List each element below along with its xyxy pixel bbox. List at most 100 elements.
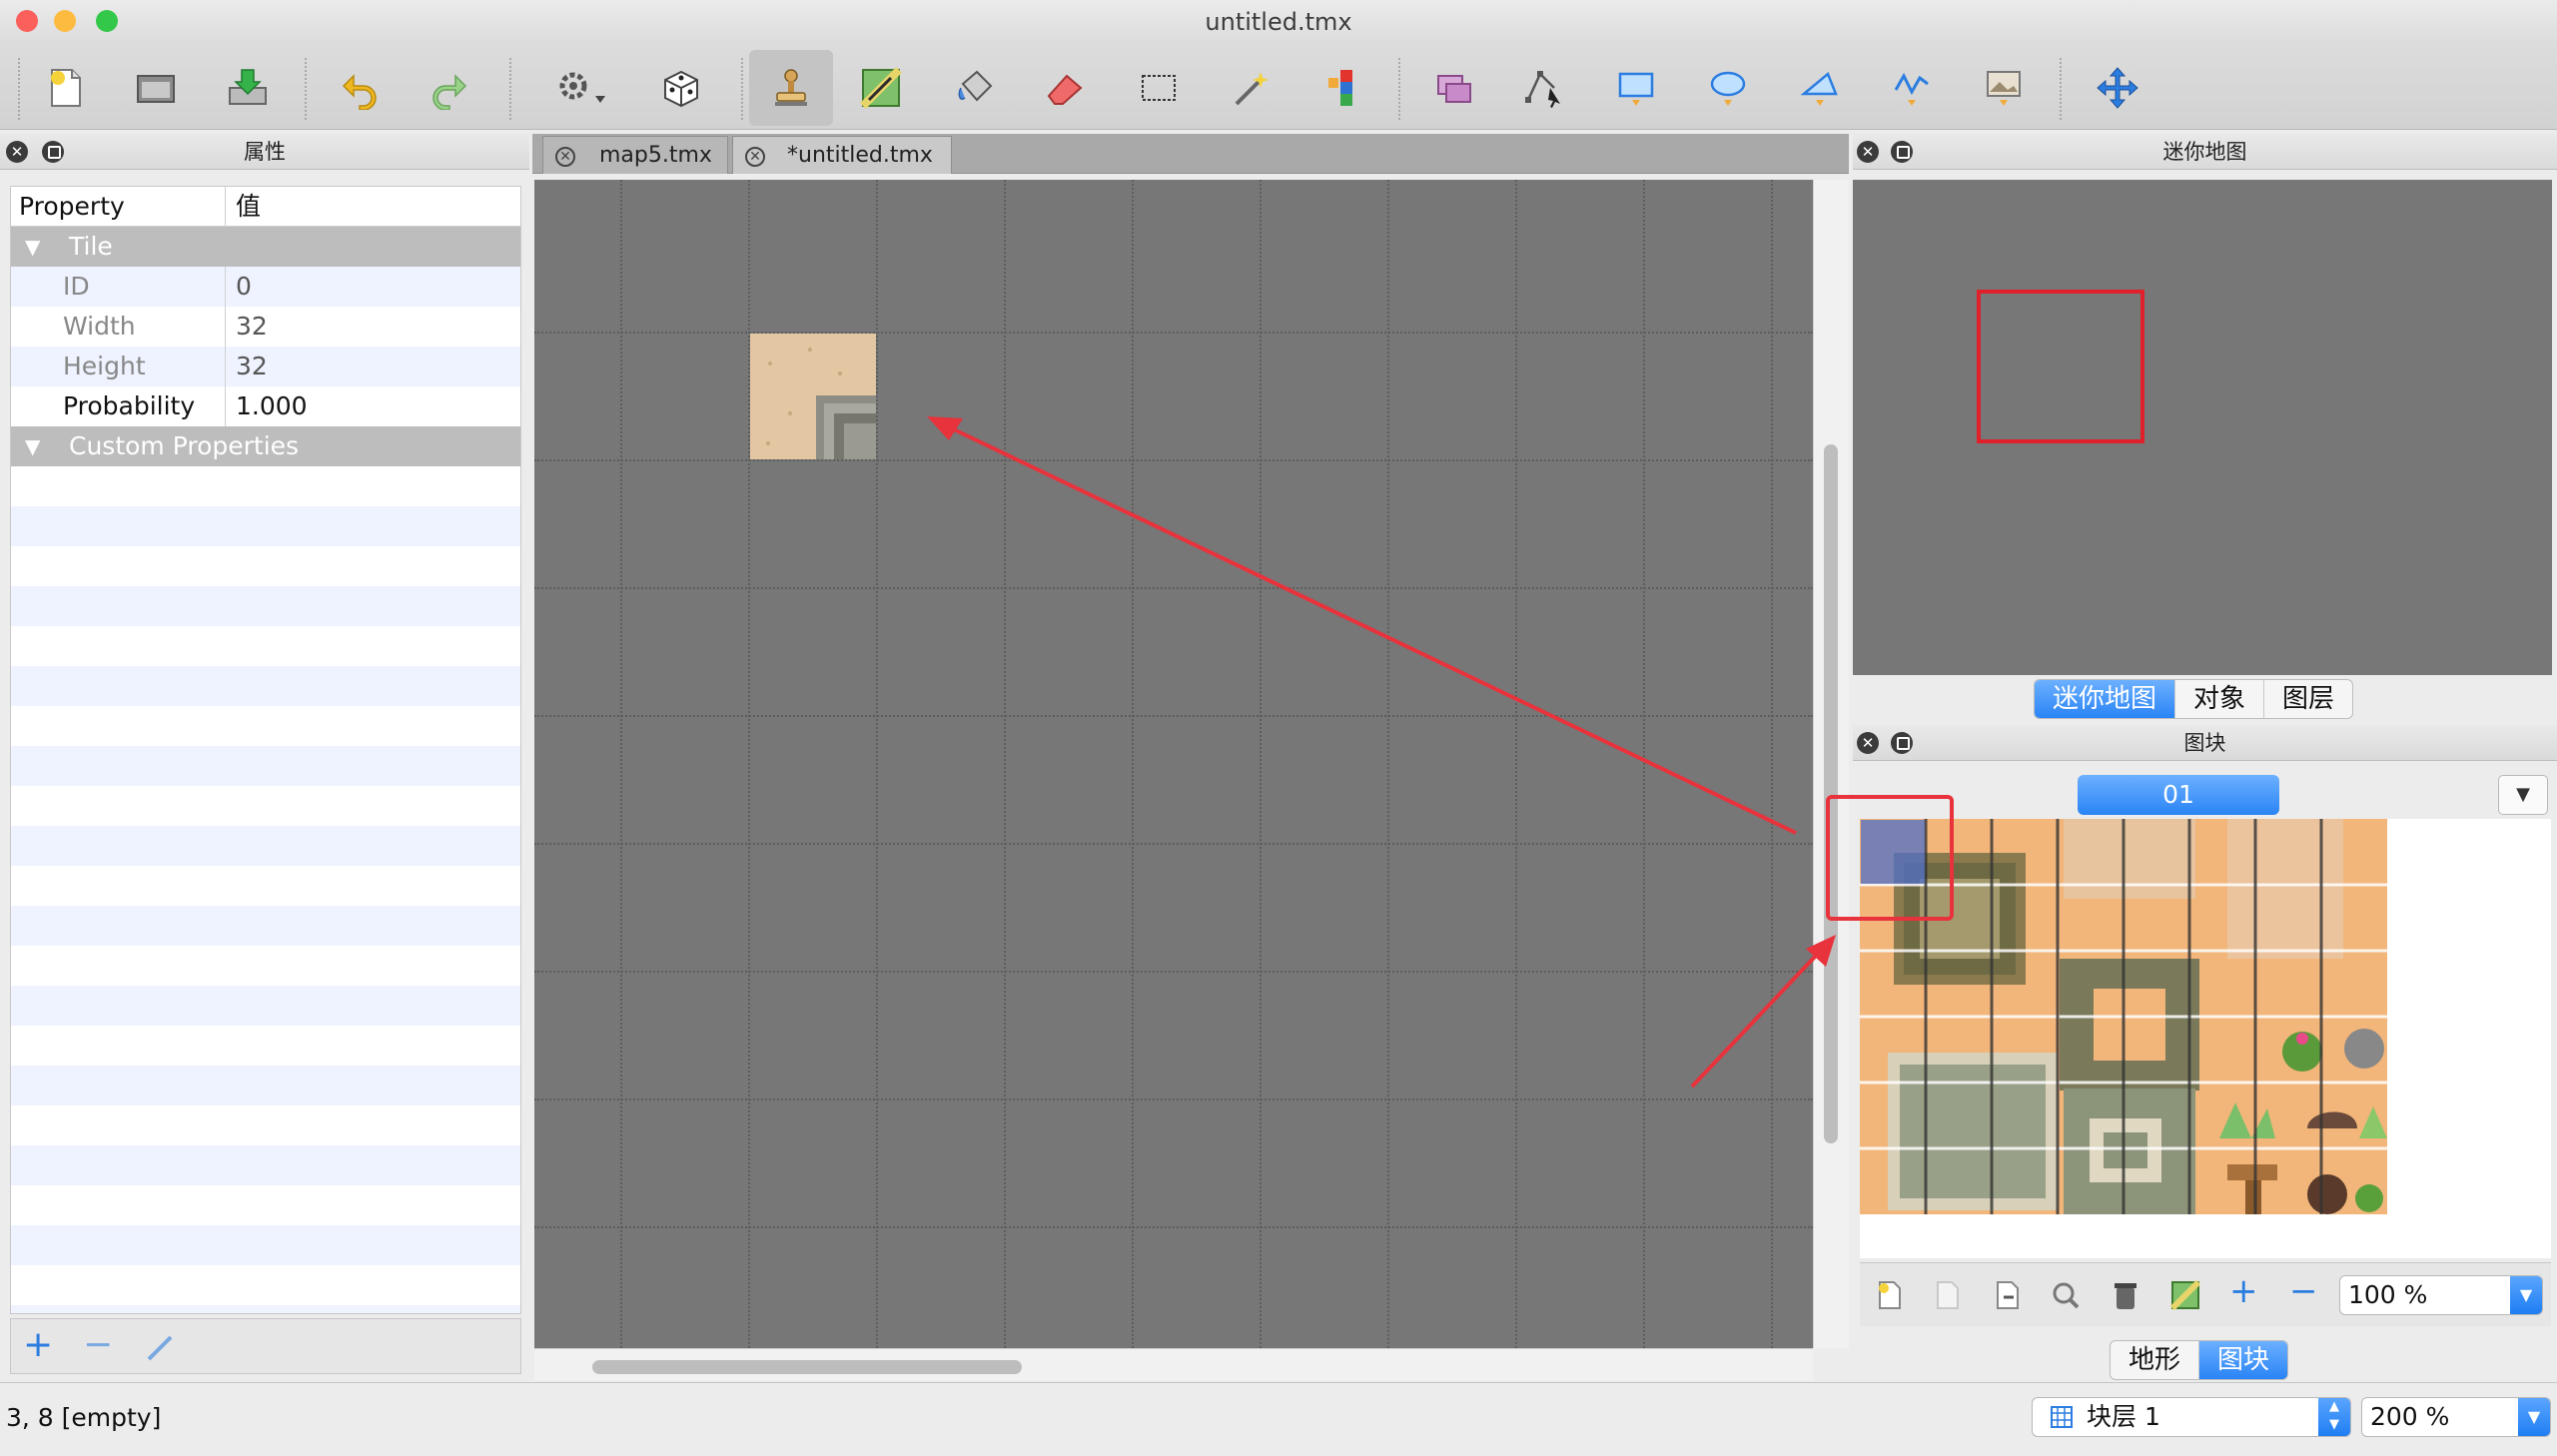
stamp-brush-button[interactable] (749, 50, 833, 126)
title-bar: untitled.tmx (0, 0, 2557, 44)
remove-property-button[interactable]: − (83, 1323, 113, 1367)
property-row-id[interactable]: ID 0 (11, 267, 520, 307)
vertical-scrollbar[interactable] (1813, 180, 1849, 1348)
move-tool-button[interactable] (2076, 50, 2159, 126)
terrain-brush-icon (860, 67, 902, 109)
tileset-properties-icon[interactable] (2050, 1279, 2082, 1311)
open-file-icon (137, 75, 175, 103)
minimap-view[interactable] (1853, 180, 2552, 675)
select-same-tile-button[interactable] (1302, 50, 1386, 126)
eraser-button[interactable] (1023, 50, 1107, 126)
random-mode-button[interactable] (639, 50, 723, 126)
tab-layers[interactable]: 图层 (2263, 680, 2352, 718)
tab-map5[interactable]: ✕ map5.tmx (542, 136, 728, 174)
chevron-down-icon[interactable]: ▼ (2510, 1276, 2542, 1314)
embed-tileset-icon[interactable] (1932, 1279, 1964, 1311)
undo-button[interactable] (320, 50, 404, 126)
tilesets-panel-header: ✕ 图块 (1853, 725, 2557, 761)
rect-select-button[interactable] (1117, 50, 1201, 126)
edit-polygons-button[interactable] (1502, 50, 1586, 126)
save-file-icon (229, 69, 267, 105)
close-tab-icon[interactable]: ✕ (555, 147, 575, 167)
insert-polyline-icon (1894, 72, 1929, 106)
tileset-tab-01[interactable]: 01 (2078, 775, 2279, 815)
map-zoom-combo[interactable]: 200 % ▼ (2361, 1397, 2551, 1437)
tile-layer-icon (2051, 1406, 2073, 1428)
scroll-thumb[interactable] (592, 1360, 1022, 1374)
properties-bottom-bar: + − (10, 1318, 521, 1374)
bucket-fill-button[interactable] (933, 50, 1017, 126)
magic-wand-button[interactable] (1209, 50, 1292, 126)
property-name: Probability (11, 386, 226, 426)
scroll-thumb[interactable] (1824, 444, 1838, 1143)
undo-icon (342, 74, 377, 110)
layer-combo[interactable]: 块层 1 ▲ ▼ (2032, 1397, 2351, 1437)
property-value[interactable]: 1.000 (236, 386, 308, 426)
placed-tile[interactable] (750, 334, 876, 459)
minimap-viewport-rect[interactable] (1977, 290, 2144, 443)
commands-button[interactable] (539, 50, 623, 126)
map-canvas[interactable] (534, 180, 1813, 1348)
properties-panel-title: 属性 (244, 140, 286, 164)
tileset-image[interactable] (1860, 819, 2387, 1214)
tab-objects[interactable]: 对象 (2174, 680, 2263, 718)
selected-tile-highlight[interactable] (1861, 820, 1925, 884)
property-row-height[interactable]: Height 32 (11, 347, 520, 386)
redo-icon (432, 74, 467, 110)
new-file-button[interactable] (24, 50, 108, 126)
property-value: 0 (236, 272, 252, 301)
export-tileset-icon[interactable] (1992, 1279, 2024, 1311)
terrain-brush-button[interactable] (839, 50, 923, 126)
select-objects-button[interactable] (1412, 50, 1496, 126)
tilesets-panel-title: 图块 (2183, 731, 2226, 755)
property-row-width[interactable]: Width 32 (11, 307, 520, 347)
property-name: ID (11, 267, 226, 307)
tileset-menu-button[interactable]: ▼ (2498, 775, 2548, 815)
window-title: untitled.tmx (1205, 8, 1352, 36)
new-file-icon (51, 69, 81, 107)
tab-terrain[interactable]: 地形 (2111, 1341, 2198, 1379)
edit-polygons-icon (1525, 71, 1560, 108)
property-value: 32 (236, 312, 268, 341)
tab-tiles[interactable]: 图块 (2198, 1341, 2288, 1379)
tileset-zoom-combo[interactable]: 100 % ▼ (2339, 1275, 2543, 1315)
insert-tile-icon (1987, 71, 2021, 106)
insert-rectangle-button[interactable] (1594, 50, 1678, 126)
property-row-probability[interactable]: Probability 1.000 (11, 386, 520, 426)
value-column-header[interactable]: 值 (236, 187, 261, 227)
updown-arrows-icon[interactable]: ▲ ▼ (2318, 1398, 2350, 1436)
close-tab-icon[interactable]: ✕ (745, 147, 765, 167)
collapse-triangle-icon[interactable]: ▼ (25, 426, 40, 466)
select-objects-icon (1437, 75, 1471, 103)
insert-polygon-button[interactable] (1778, 50, 1862, 126)
chevron-down-icon[interactable]: ▼ (2518, 1398, 2550, 1436)
delete-tileset-icon[interactable] (2110, 1279, 2141, 1311)
tab-label: map5.tmx (599, 143, 712, 168)
cursor-position: 3, 8 [empty] (6, 1403, 162, 1432)
magic-wand-icon (1235, 72, 1269, 106)
tab-minimap[interactable]: 迷你地图 (2035, 680, 2175, 718)
group-tile[interactable]: ▼ Tile (11, 227, 520, 267)
properties-panel-header: ✕ 属性 (0, 134, 529, 170)
new-tileset-icon[interactable] (1874, 1279, 1906, 1311)
open-file-button[interactable] (114, 50, 198, 126)
add-property-button[interactable]: + (23, 1323, 53, 1367)
minimap-panel-title: 迷你地图 (2162, 140, 2247, 164)
tab-untitled[interactable]: ✕ *untitled.tmx (732, 136, 952, 174)
zoom-out-icon[interactable]: − (2289, 1271, 2318, 1311)
insert-polyline-button[interactable] (1870, 50, 1954, 126)
redo-button[interactable] (406, 50, 489, 126)
save-file-button[interactable] (206, 50, 290, 126)
insert-ellipse-button[interactable] (1686, 50, 1770, 126)
horizontal-scrollbar[interactable] (534, 1348, 1813, 1380)
group-custom-properties[interactable]: ▼ Custom Properties (11, 426, 520, 466)
zoom-in-icon[interactable]: + (2229, 1271, 2258, 1311)
edit-terrain-icon[interactable] (2169, 1279, 2201, 1311)
collapse-triangle-icon[interactable]: ▼ (25, 227, 40, 267)
stamp-brush-icon (775, 69, 807, 106)
rename-property-icon[interactable] (145, 1331, 177, 1363)
insert-tile-button[interactable] (1962, 50, 2046, 126)
document-tab-bar: ✕ map5.tmx ✕ *untitled.tmx (532, 134, 1849, 174)
property-value: 32 (236, 352, 268, 380)
property-column-header[interactable]: Property (11, 187, 226, 227)
